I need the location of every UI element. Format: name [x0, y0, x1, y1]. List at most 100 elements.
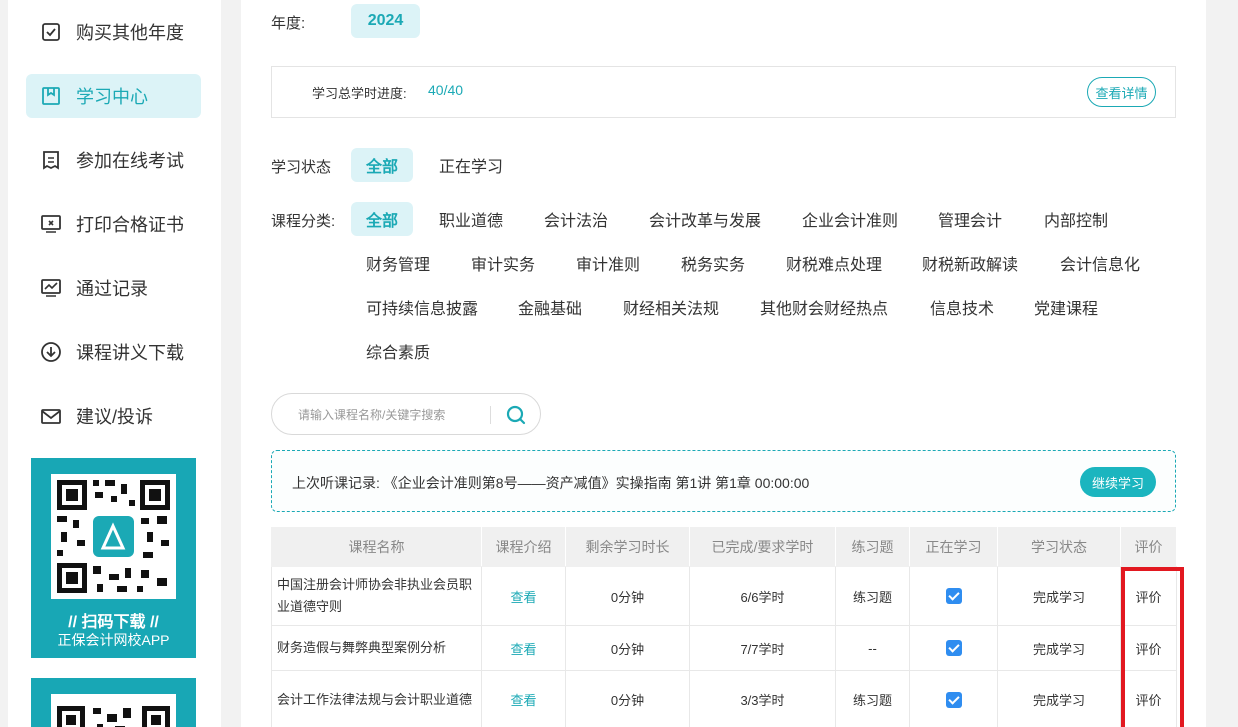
category-chip[interactable]: 可持续信息披露	[351, 290, 493, 324]
document-icon	[40, 149, 62, 171]
exercise-link[interactable]: 练习题	[835, 566, 910, 626]
sidebar-item-feedback[interactable]: 建议/投诉	[26, 394, 201, 438]
course-name: 中国注册会计师协会非执业会员职业道德守则	[271, 566, 482, 626]
year-selector[interactable]: 2024	[351, 4, 420, 38]
learning-checkbox[interactable]	[945, 588, 962, 605]
last-record-text: 上次听课记录: 《企业会计准则第8号——资产减值》实操指南 第1讲 第1章 00…	[292, 475, 810, 491]
column-header: 课程名称	[271, 527, 482, 567]
column-header: 已完成/要求学时	[689, 527, 836, 567]
status-filter-label: 学习状态	[271, 159, 332, 176]
review-column-highlight	[1121, 567, 1184, 727]
learning-checkbox[interactable]	[945, 691, 962, 708]
course-name: 会计工作法律法规与会计职业道德	[271, 670, 482, 727]
category-chip[interactable]: 税务实务	[666, 246, 760, 280]
last-record-panel: 上次听课记录: 《企业会计准则第8号——资产减值》实操指南 第1讲 第1章 00…	[271, 450, 1176, 512]
mail-icon	[40, 405, 62, 427]
exercise-link[interactable]: 练习题	[835, 670, 910, 727]
sidebar-item-pass-record[interactable]: 通过记录	[26, 266, 201, 310]
category-filter-label: 课程分类:	[271, 213, 336, 230]
category-chip[interactable]: 其他财会财经热点	[745, 290, 903, 324]
column-header: 正在学习	[909, 527, 998, 567]
continue-learning-button[interactable]: 继续学习	[1080, 467, 1156, 497]
sidebar: 购买其他年度 学习中心 参加在线考试 打印合格证书 通过记录 课程讲义下载 建议…	[8, 0, 221, 727]
completed-hours: 3/3学时	[689, 670, 836, 727]
sidebar-item-label: 建议/投诉	[76, 407, 154, 427]
bookmark-icon	[40, 85, 62, 107]
category-chip[interactable]: 全部	[351, 202, 414, 236]
category-chip[interactable]: 企业会计准则	[787, 202, 913, 236]
checkbox-icon	[40, 21, 62, 43]
view-intro-link[interactable]: 查看	[510, 642, 536, 657]
main-panel: 年度: 2024 学习总学时进度: 40/40 查看详情 学习状态 全部 正在学…	[241, 0, 1206, 727]
completed-hours: 7/7学时	[689, 625, 836, 671]
status-filter-learning[interactable]: 正在学习	[424, 148, 518, 182]
completed-hours: 6/6学时	[689, 566, 836, 626]
category-chip[interactable]: 信息技术	[915, 290, 1009, 324]
learning-status: 完成学习	[997, 625, 1121, 671]
monitor-icon	[40, 213, 62, 235]
learning-checkbox[interactable]	[945, 640, 962, 657]
qr-code-2	[51, 694, 176, 727]
download-icon	[40, 341, 62, 363]
sidebar-item-label: 购买其他年度	[76, 23, 184, 43]
category-chip[interactable]: 财税难点处理	[771, 246, 897, 280]
remaining-time: 0分钟	[565, 670, 690, 727]
year-label: 年度:	[271, 15, 306, 32]
sidebar-item-buy-other-year[interactable]: 购买其他年度	[26, 10, 201, 54]
sidebar-item-label: 课程讲义下载	[76, 343, 184, 363]
column-header: 剩余学习时长	[565, 527, 690, 567]
qr-subtitle: 正保会计网校APP	[57, 632, 170, 648]
category-chip[interactable]: 审计实务	[456, 246, 550, 280]
category-chip[interactable]: 财务管理	[351, 246, 445, 280]
sidebar-item-print-certificate[interactable]: 打印合格证书	[26, 202, 201, 246]
column-header: 课程介绍	[481, 527, 566, 567]
status-filter-all[interactable]: 全部	[351, 148, 414, 182]
table-header-row: 课程名称 课程介绍 剩余学习时长 已完成/要求学时 练习题 正在学习 学习状态 …	[271, 527, 1177, 567]
category-chip[interactable]: 会计信息化	[1045, 246, 1155, 280]
chart-icon	[40, 277, 62, 299]
learning-status: 完成学习	[997, 670, 1121, 727]
category-chip[interactable]: 审计准则	[561, 246, 655, 280]
remaining-time: 0分钟	[565, 625, 690, 671]
view-intro-link[interactable]: 查看	[510, 693, 536, 708]
sidebar-item-learning-center[interactable]: 学习中心	[26, 74, 201, 118]
qr-title: // 扫码下载 //	[68, 614, 159, 631]
search-divider	[490, 406, 491, 424]
remaining-time: 0分钟	[565, 566, 690, 626]
category-chip[interactable]: 党建课程	[1019, 290, 1113, 324]
category-chip[interactable]: 财税新政解读	[907, 246, 1033, 280]
category-chip[interactable]: 金融基础	[503, 290, 597, 324]
app-download-card-2	[31, 678, 196, 727]
category-chip[interactable]: 会计改革与发展	[634, 202, 776, 236]
sidebar-item-label: 通过记录	[76, 279, 148, 299]
search-input[interactable]	[298, 404, 488, 426]
category-chip[interactable]: 综合素质	[351, 334, 445, 368]
sidebar-item-label: 参加在线考试	[76, 151, 184, 171]
category-chip[interactable]: 财经相关法规	[608, 290, 734, 324]
progress-label: 学习总学时进度:	[312, 86, 407, 101]
table-row: 中国注册会计师协会非执业会员职业道德守则 查看 0分钟 6/6学时 练习题 完成…	[271, 566, 1177, 626]
search-icon[interactable]	[504, 403, 528, 427]
course-name: 财务造假与舞弊典型案例分析	[271, 625, 482, 671]
sidebar-item-online-exam[interactable]: 参加在线考试	[26, 138, 201, 182]
view-intro-link[interactable]: 查看	[510, 590, 536, 605]
course-table: 课程名称 课程介绍 剩余学习时长 已完成/要求学时 练习题 正在学习 学习状态 …	[271, 527, 1177, 727]
category-chip[interactable]: 职业道德	[424, 202, 518, 236]
column-header: 评价	[1120, 527, 1177, 567]
search-box	[271, 393, 541, 435]
learning-status: 完成学习	[997, 566, 1121, 626]
sidebar-item-label: 打印合格证书	[76, 215, 184, 235]
exercise-link: --	[835, 625, 910, 671]
sidebar-item-label: 学习中心	[76, 87, 148, 107]
column-header: 练习题	[835, 527, 910, 567]
app-download-card: // 扫码下载 // 正保会计网校APP	[31, 458, 196, 658]
column-header: 学习状态	[997, 527, 1121, 567]
qr-code	[51, 474, 176, 599]
table-row: 会计工作法律法规与会计职业道德 查看 0分钟 3/3学时 练习题 完成学习 评价	[271, 670, 1177, 727]
category-chip[interactable]: 内部控制	[1029, 202, 1123, 236]
progress-panel: 学习总学时进度: 40/40 查看详情	[271, 66, 1176, 118]
view-details-button[interactable]: 查看详情	[1087, 77, 1156, 107]
category-chip[interactable]: 管理会计	[923, 202, 1017, 236]
sidebar-item-download-notes[interactable]: 课程讲义下载	[26, 330, 201, 374]
category-chip[interactable]: 会计法治	[529, 202, 623, 236]
